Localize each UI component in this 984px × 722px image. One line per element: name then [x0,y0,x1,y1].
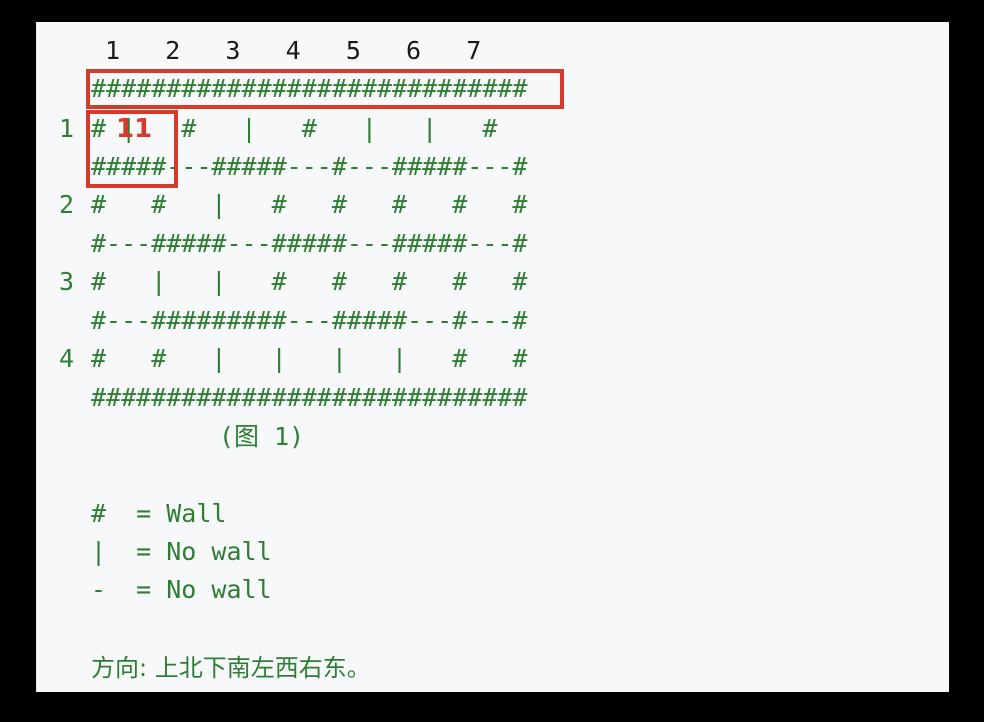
row-label-1: 1 [59,114,75,143]
highlight-box-top-wall [86,69,564,109]
legend-wall: # = Wall [91,499,227,528]
maze-line-separator-2: #---#####---#####---#####---# [91,229,528,258]
annotation-marker-label: 11 [116,114,153,144]
row-label-2: 2 [59,190,75,219]
legend-no-wall-pipe: | = No wall [91,537,272,566]
maze-line-bottom-wall: ############################# [91,383,528,412]
maze-line-row-2: # # | # # # # # [91,190,528,219]
maze-line-row-4: # # | | | | # # [91,344,528,373]
row-label-4: 4 [59,344,75,373]
direction-note: 方向: 上北下南左西右东。 [91,654,371,682]
maze-line-separator-3: #---#########---#####---#---# [91,306,528,335]
maze-line-row-3: # | | # # # # # [91,267,528,296]
column-numbers: 1 2 3 4 5 6 7 [105,36,482,65]
figure-caption: (图 1) [219,422,305,451]
legend-no-wall-dash: - = No wall [91,575,272,604]
row-label-3: 3 [59,267,75,296]
